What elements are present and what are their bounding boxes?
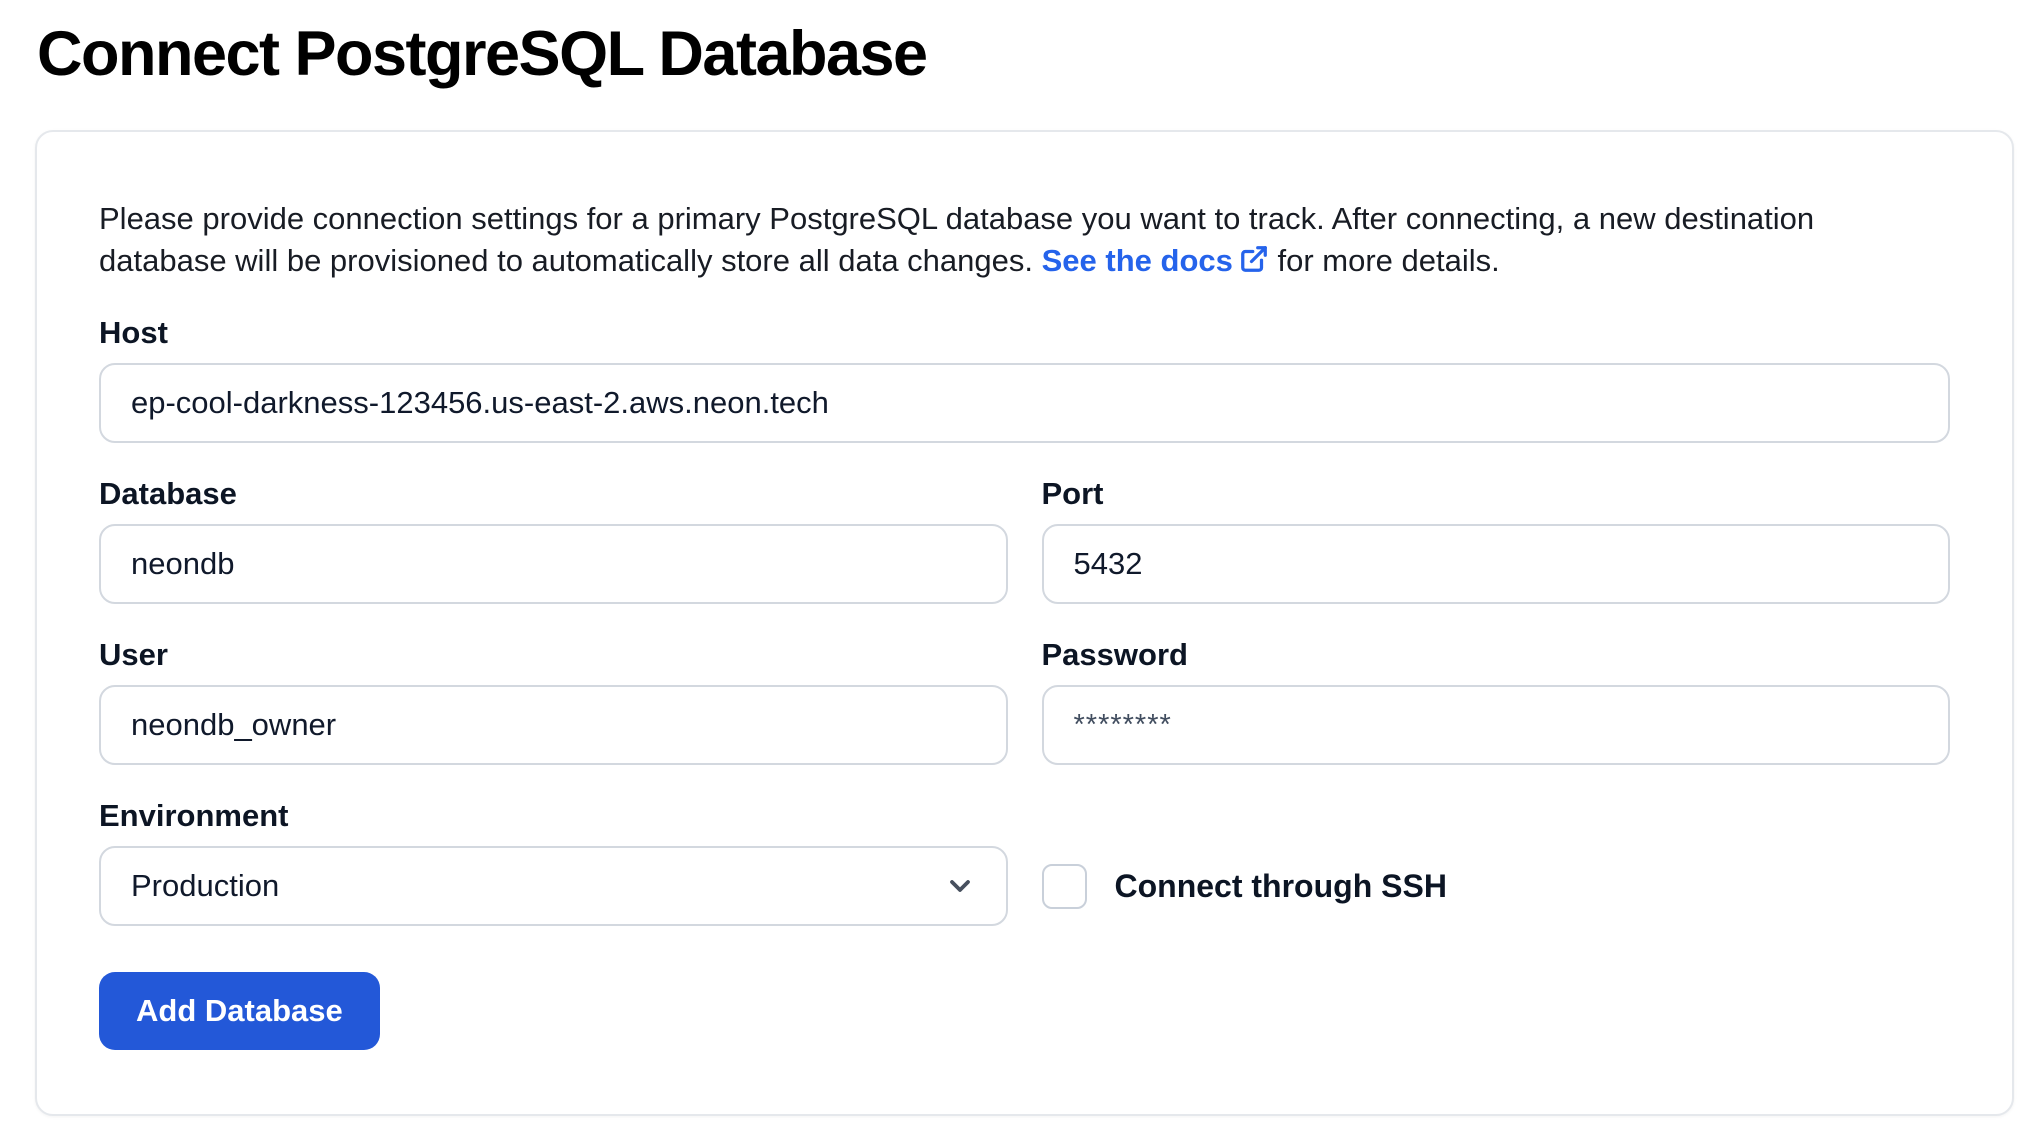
port-input[interactable] xyxy=(1042,524,1951,604)
connection-form-card: Please provide connection settings for a… xyxy=(35,130,2014,1116)
password-field-group: Password xyxy=(1042,604,1951,765)
description-text-before: Please provide connection settings for a… xyxy=(99,201,1814,278)
ssh-checkbox[interactable] xyxy=(1042,864,1087,909)
page-title: Connect PostgreSQL Database xyxy=(37,18,2014,90)
environment-field-group: Environment Production xyxy=(99,765,1008,926)
port-field-group: Port xyxy=(1042,443,1951,604)
environment-select[interactable]: Production xyxy=(99,846,1008,926)
database-port-row: Database Port xyxy=(99,443,1950,604)
port-label: Port xyxy=(1042,477,1951,511)
host-label: Host xyxy=(99,316,1950,350)
see-the-docs-link[interactable]: See the docs xyxy=(1042,243,1269,278)
user-input[interactable] xyxy=(99,685,1008,765)
environment-selected-value: Production xyxy=(131,868,279,904)
ssh-cell: Connect through SSH xyxy=(1042,765,1951,926)
see-the-docs-label: See the docs xyxy=(1042,243,1233,278)
user-label: User xyxy=(99,638,1008,672)
external-link-icon xyxy=(1239,244,1269,274)
chevron-down-icon xyxy=(944,870,976,902)
description: Please provide connection settings for a… xyxy=(99,198,1950,282)
page: Connect PostgreSQL Database Please provi… xyxy=(0,0,2044,1116)
ssh-label: Connect through SSH xyxy=(1115,868,1447,905)
database-label: Database xyxy=(99,477,1008,511)
database-field-group: Database xyxy=(99,443,1008,604)
user-field-group: User xyxy=(99,604,1008,765)
password-input[interactable] xyxy=(1042,685,1951,765)
host-input[interactable] xyxy=(99,363,1950,443)
password-label: Password xyxy=(1042,638,1951,672)
environment-label: Environment xyxy=(99,799,1008,833)
environment-ssh-row: Environment Production Connect through S… xyxy=(99,765,1950,926)
user-password-row: User Password xyxy=(99,604,1950,765)
ssh-row: Connect through SSH xyxy=(1042,846,1951,926)
add-database-button[interactable]: Add Database xyxy=(99,972,380,1050)
database-input[interactable] xyxy=(99,524,1008,604)
description-text-after: for more details. xyxy=(1278,243,1500,278)
